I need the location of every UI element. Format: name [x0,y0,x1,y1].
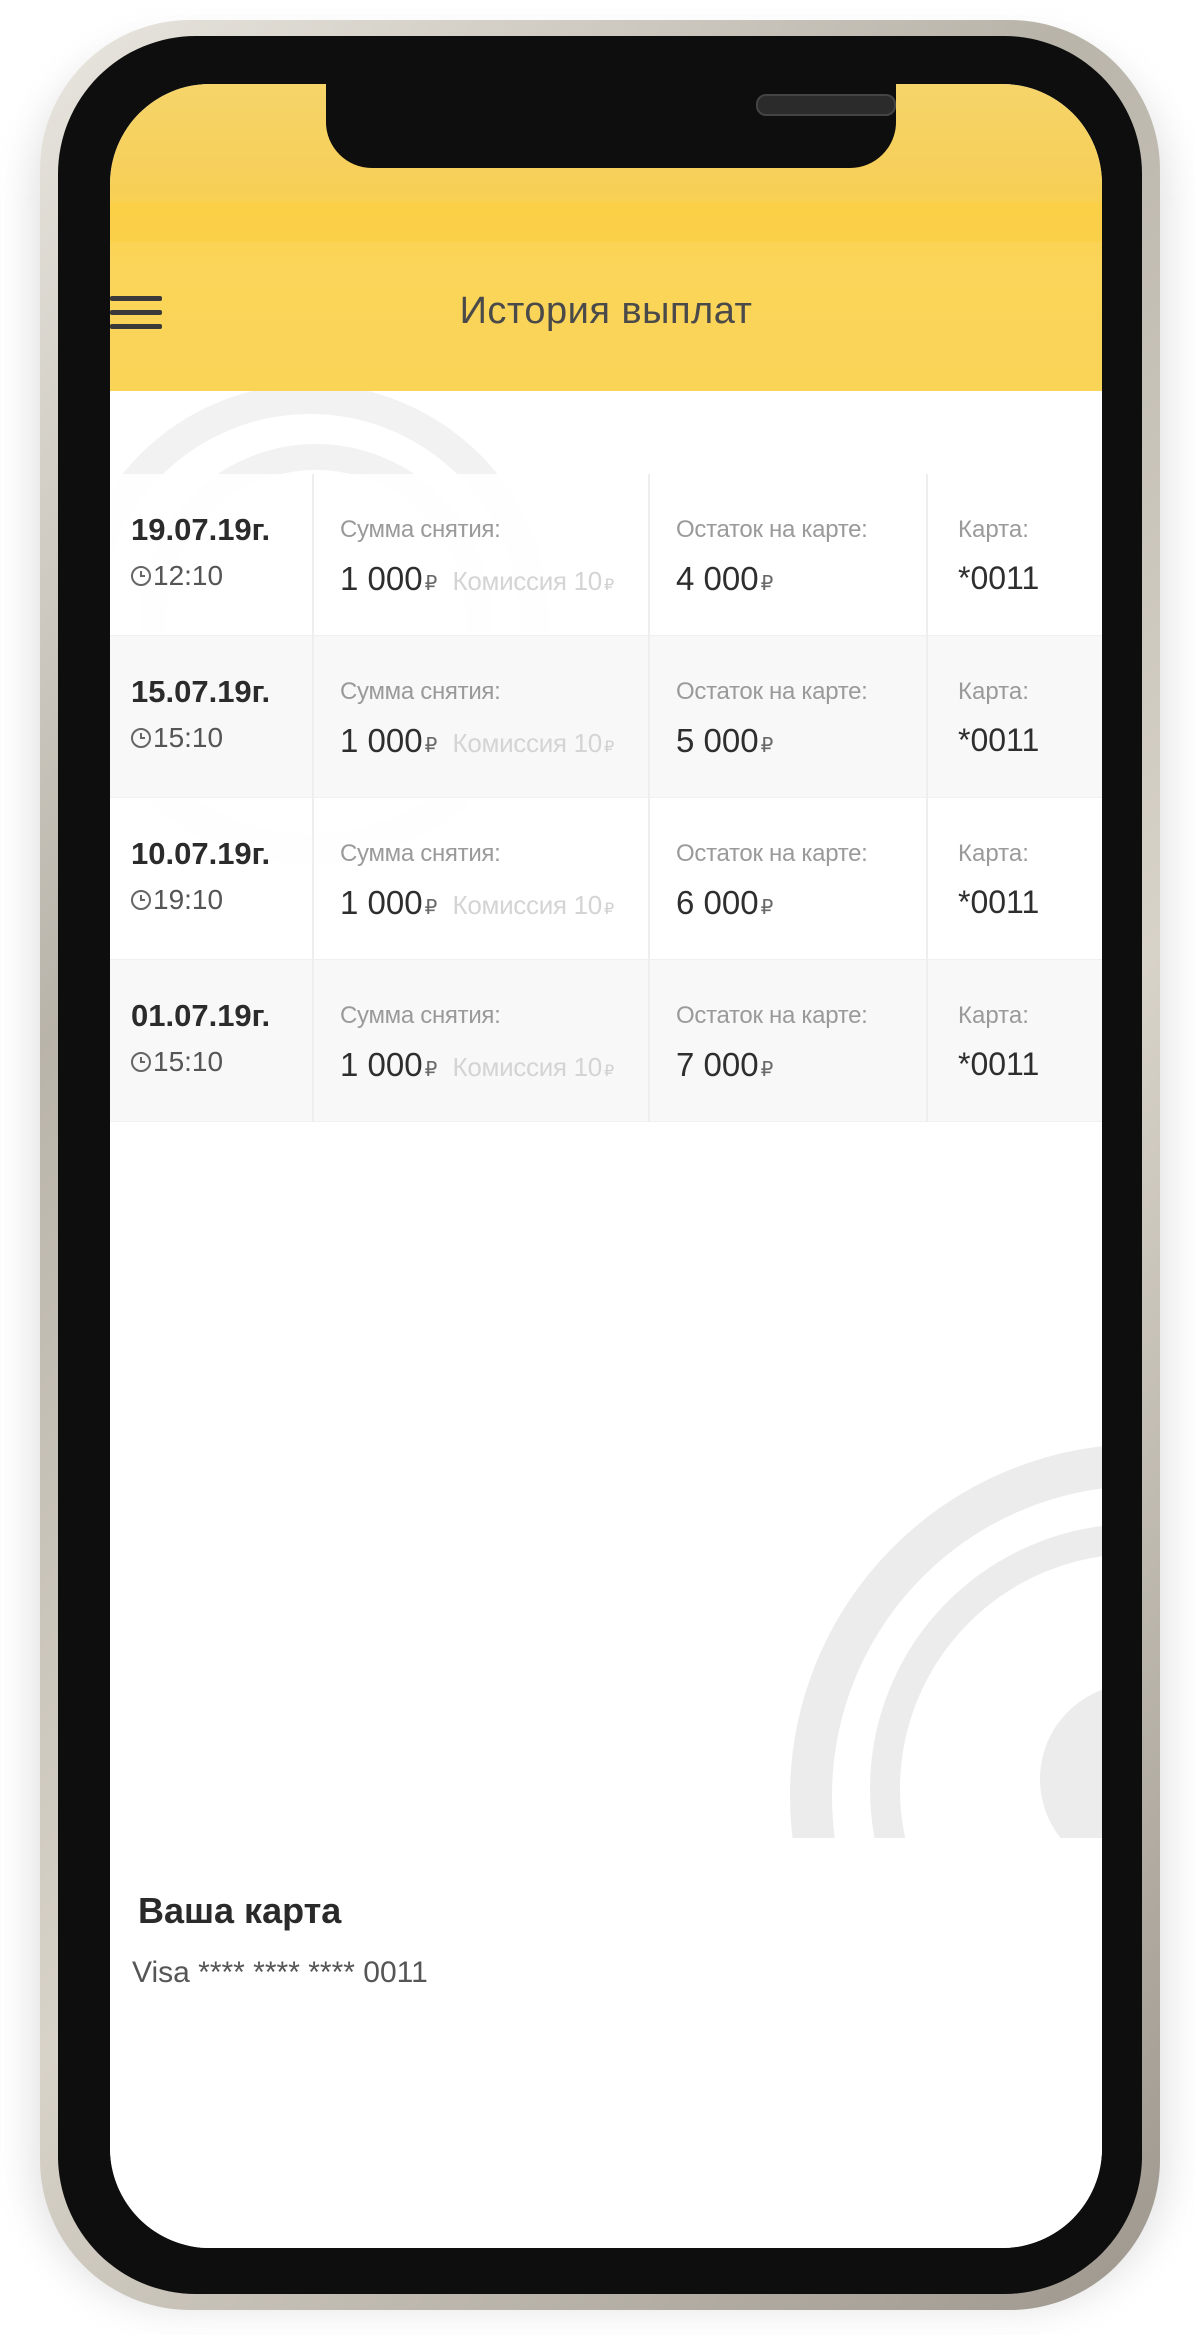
amount-label: Сумма снятия: [340,1002,501,1029]
balance-value: 5 000 ₽ [676,722,774,759]
page-title: История выплат [459,290,753,332]
date-cell: 19.07.19г. 12:10 [110,474,312,635]
ruble-icon: ₽ [760,735,774,757]
card-cell: Карта: *0011 [926,636,1102,797]
commission-text: Комиссия 10 ₽ [452,890,615,920]
card-value: *0011 [958,884,1040,920]
balance-label: Остаток на карте: [676,840,868,867]
payout-date: 15.07.19г. [131,674,271,709]
balance-label: Остаток на карте: [676,678,868,705]
balance-cell: Остаток на карте: 4 000 ₽ [648,474,928,635]
ruble-icon: ₽ [603,739,614,756]
card-cell: Карта: *0011 [926,798,1102,959]
amount-value: 1 000 ₽ Комиссия 10 ₽ [340,884,615,921]
ruble-icon: ₽ [603,1063,614,1080]
amount-cell: Сумма снятия: 1 000 ₽ Комиссия 10 ₽ [312,636,650,797]
commission-text: Комиссия 10 ₽ [452,566,615,596]
balance-label: Остаток на карте: [676,516,868,543]
ruble-icon: ₽ [424,573,438,595]
card-label: Карта: [958,840,1029,867]
amount-cell: Сумма снятия: 1 000 ₽ Комиссия 10 ₽ [312,798,650,959]
date-cell: 10.07.19г. 19:10 [110,798,312,959]
amount-value: 1 000 ₽ Комиссия 10 ₽ [340,560,615,597]
clock-icon [131,1052,151,1072]
card-cell: Карта: *0011 [926,474,1102,635]
table-row[interactable]: 19.07.19г. 12:10 Сумма снятия: 1 000 ₽ Ко… [110,474,1102,636]
card-value: *0011 [958,722,1040,758]
payout-time: 15:10 [131,722,223,754]
amount-value: 1 000 ₽ Комиссия 10 ₽ [340,722,615,759]
payout-date: 10.07.19г. [131,836,271,871]
amount-cell: Сумма снятия: 1 000 ₽ Комиссия 10 ₽ [312,960,650,1121]
balance-value: 6 000 ₽ [676,884,774,921]
amount-value: 1 000 ₽ Комиссия 10 ₽ [340,1046,615,1083]
table-row[interactable]: 01.07.19г. 15:10 Сумма снятия: 1 000 ₽ Ко… [110,960,1102,1122]
balance-cell: Остаток на карте: 7 000 ₽ [648,960,928,1121]
clock-icon [131,890,151,910]
header-stripe [110,202,1102,242]
payout-time: 12:10 [131,560,223,592]
ruble-icon: ₽ [603,901,614,918]
balance-value: 4 000 ₽ [676,560,774,597]
amount-label: Сумма снятия: [340,840,501,867]
amount-cell: Сумма снятия: 1 000 ₽ Комиссия 10 ₽ [312,474,650,635]
ruble-icon: ₽ [424,1059,438,1081]
date-cell: 01.07.19г. 15:10 [110,960,312,1121]
card-label: Карта: [958,516,1029,543]
your-card-number[interactable]: Visa **** **** **** 0011 [132,1956,428,1990]
phone-notch [326,84,896,168]
table-row[interactable]: 10.07.19г. 19:10 Сумма снятия: 1 000 ₽ Ко… [110,798,1102,960]
commission-text: Комиссия 10 ₽ [452,1052,615,1082]
ruble-icon: ₽ [760,897,774,919]
ruble-icon: ₽ [603,577,614,594]
balance-value: 7 000 ₽ [676,1046,774,1083]
balance-cell: Остаток на карте: 5 000 ₽ [648,636,928,797]
amount-label: Сумма снятия: [340,516,501,543]
ruble-icon: ₽ [760,573,774,595]
card-value: *0011 [958,1046,1040,1082]
amount-label: Сумма снятия: [340,678,501,705]
app-screen: История выплат 19.07.19г. 12:10 Сумма сн… [110,84,1102,2248]
payout-history-table: 19.07.19г. 12:10 Сумма снятия: 1 000 ₽ Ко… [110,474,1102,1122]
clock-icon [131,566,151,586]
card-cell: Карта: *0011 [926,960,1102,1121]
payout-date: 01.07.19г. [131,998,271,1033]
table-row[interactable]: 15.07.19г. 15:10 Сумма снятия: 1 000 ₽ Ко… [110,636,1102,798]
payout-time: 15:10 [131,1046,223,1078]
payout-date: 19.07.19г. [131,512,271,547]
card-label: Карта: [958,678,1029,705]
ruble-icon: ₽ [424,897,438,919]
balance-cell: Остаток на карте: 6 000 ₽ [648,798,928,959]
card-label: Карта: [958,1002,1029,1029]
device-mockup: История выплат 19.07.19г. 12:10 Сумма сн… [0,0,1194,2335]
ruble-icon: ₽ [760,1059,774,1081]
your-card-title: Ваша карта [138,1890,342,1931]
ruble-icon: ₽ [424,735,438,757]
clock-icon [131,728,151,748]
balance-label: Остаток на карте: [676,1002,868,1029]
commission-text: Комиссия 10 ₽ [452,728,615,758]
card-value: *0011 [958,560,1040,596]
your-card-section: Ваша карта Visa **** **** **** 0011 [110,1838,1102,2248]
speaker-grille [756,94,896,116]
payout-time: 19:10 [131,884,223,916]
date-cell: 15.07.19г. 15:10 [110,636,312,797]
